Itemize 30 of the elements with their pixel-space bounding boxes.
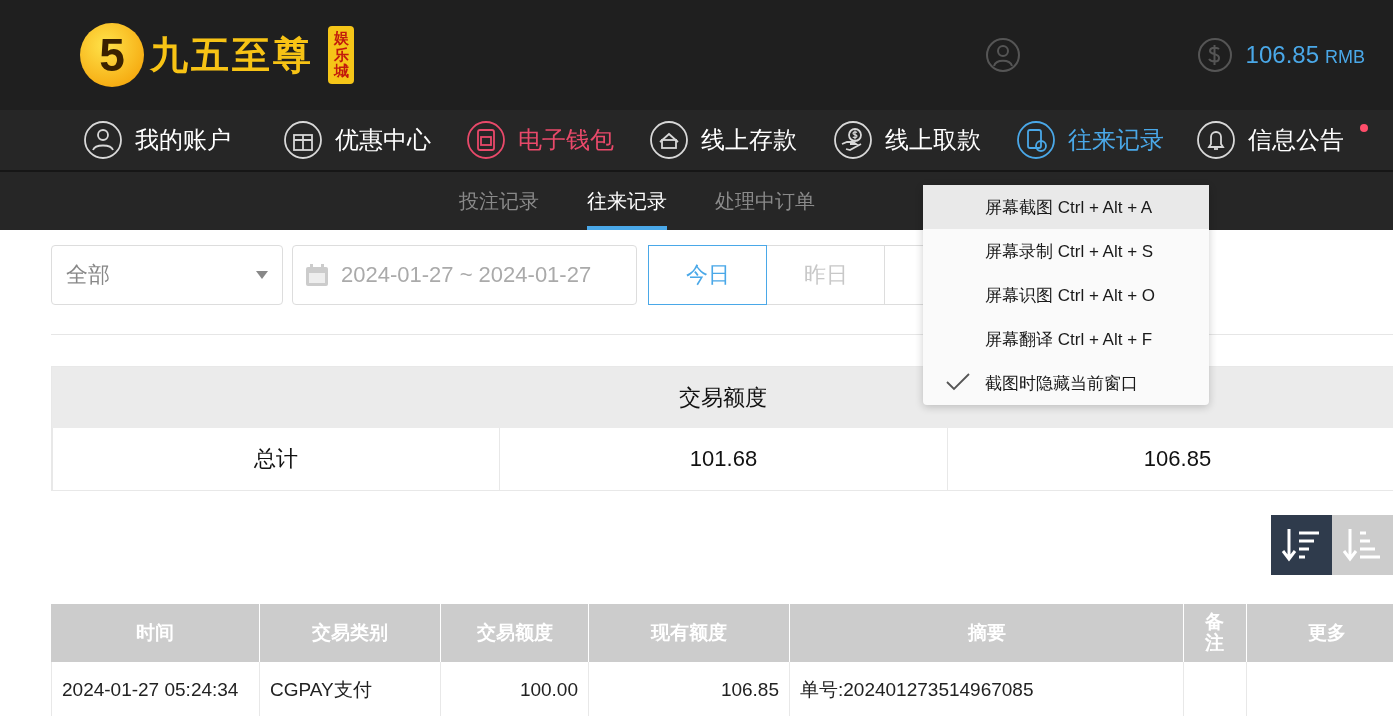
nav-item[interactable]: 往来记录 [1016,120,1196,160]
balance-currency: RMB [1325,47,1365,67]
logo-tag: 娱乐城 [328,26,354,84]
nav-item[interactable]: 优惠中心 [283,120,466,160]
table-cell: 106.85 [588,662,789,716]
column-header: 交易额度 [678,383,768,412]
menu-item[interactable]: 屏幕录制 Ctrl + Alt + S [923,229,1209,273]
menu-item[interactable]: 屏幕识图 Ctrl + Alt + O [923,273,1209,317]
sub-tab[interactable]: 投注记录 [458,172,539,230]
menu-item[interactable]: 截图时隐藏当前窗口 [923,361,1209,405]
table-cell: 100.00 [440,662,588,716]
table-cell: 总计 [52,428,499,490]
nav-item[interactable]: 电子钱包 [466,120,649,160]
table-cell: 101.68 [499,428,947,490]
logo-mark: 5 [80,23,144,87]
type-select[interactable]: 全部 [51,245,283,305]
sub-tab[interactable]: 处理中订单 [714,172,815,230]
nav-item[interactable]: 我的账户 [83,120,283,160]
table-cell: 106.85 [947,428,1393,490]
menu-item[interactable]: 屏幕翻译 Ctrl + Alt + F [923,317,1209,361]
nav-item[interactable]: 信息公告 [1196,120,1376,160]
table-cell: CGPAY支付 [259,662,440,716]
menu-item[interactable]: 屏幕截图 Ctrl + Alt + A [923,185,1209,229]
nav-item[interactable]: 线上存款 [649,120,833,160]
balance-amount: 106.85 [1245,41,1319,68]
nav-item[interactable]: 线上取款 [833,120,1016,160]
table-cell: 2024-01-27 05:24:34 [51,662,259,716]
logo-name: 九五至尊 [150,30,314,79]
table-cell: 单号:202401273514967085 [789,662,1183,716]
sub-tab[interactable]: 往来记录 [586,172,667,230]
